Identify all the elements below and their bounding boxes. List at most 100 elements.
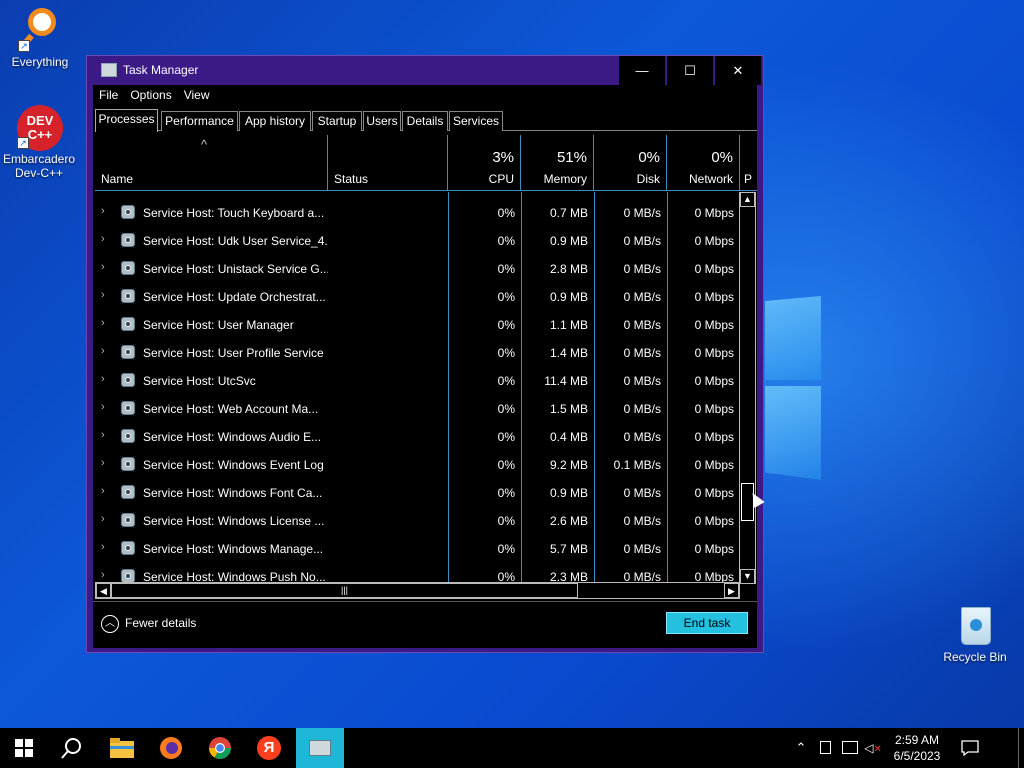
table-row[interactable]: › Service Host: Windows Font Ca... 0% 0.9 M…: [95, 478, 740, 506]
task-manager-icon: [309, 740, 331, 756]
desktop-icon-everything[interactable]: ↗ Everything: [0, 8, 80, 69]
table-row[interactable]: › Service Host: Touch Keyboard a... 0% 0.7 …: [95, 198, 740, 226]
taskbar-yandex[interactable]: Я: [245, 728, 293, 768]
desktop-icon-recycle-bin[interactable]: Recycle Bin: [935, 603, 1015, 664]
expand-chevron-icon[interactable]: ›: [101, 233, 105, 245]
process-memory: 0.7 MB: [549, 206, 588, 220]
taskbar-file-explorer[interactable]: [98, 728, 146, 768]
taskbar-firefox[interactable]: [147, 728, 195, 768]
table-row[interactable]: › Service Host: Udk User Service_4... 0% 0.…: [95, 226, 740, 254]
file-explorer-icon: [110, 738, 134, 758]
table-row[interactable]: › Service Host: Update Orchestrat... 0% 0.9…: [95, 282, 740, 310]
taskbar-chrome[interactable]: [196, 728, 244, 768]
process-cpu: 0%: [497, 402, 515, 416]
minimize-button[interactable]: —: [619, 56, 665, 85]
tray-input-icon[interactable]: [815, 728, 835, 768]
tab-performance[interactable]: Performance: [161, 111, 238, 131]
menu-options[interactable]: Options: [124, 85, 177, 102]
clock[interactable]: 2:59 AM 6/5/2023: [884, 732, 950, 764]
expand-chevron-icon[interactable]: ›: [101, 457, 105, 469]
process-list: › Service Host: Touch Keyboard a... 0% 0.7 …: [95, 192, 740, 583]
tab-app-history[interactable]: App history: [239, 111, 311, 131]
table-row[interactable]: › Service Host: User Manager 0% 1.1 MB 0 MB/…: [95, 310, 740, 338]
table-row[interactable]: › Service Host: Windows License ... 0% 2.6 …: [95, 506, 740, 534]
start-button[interactable]: [0, 728, 48, 768]
column-disk[interactable]: 0% Disk: [594, 135, 667, 191]
process-cpu: 0%: [497, 262, 515, 276]
minimize-icon: —: [635, 63, 649, 78]
desktop-icon-label: Everything: [11, 55, 69, 69]
menu-view[interactable]: View: [178, 85, 216, 102]
expand-chevron-icon[interactable]: ›: [101, 541, 105, 553]
service-host-icon: [121, 457, 135, 471]
maximize-button[interactable]: ☐: [667, 56, 713, 85]
table-row[interactable]: › Service Host: Windows Push No... 0% 2.3 M…: [95, 562, 740, 583]
desktop-icon-devcpp[interactable]: DEV C++ ↗ Embarcadero Dev-C++: [0, 105, 78, 180]
service-host-icon: [121, 513, 135, 527]
table-row[interactable]: › Service Host: UtcSvc 0% 11.4 MB 0 MB/s 0 Mb…: [95, 366, 740, 394]
horizontal-scrollbar[interactable]: ◀ ||| ▶: [95, 582, 740, 599]
table-row[interactable]: › Service Host: Web Account Ma... 0% 1.5 MB…: [95, 394, 740, 422]
title-bar[interactable]: Task Manager — ☐ ✕: [87, 56, 763, 85]
menu-file[interactable]: File: [93, 85, 124, 102]
process-memory: 2.8 MB: [549, 262, 588, 276]
process-name: Service Host: Update Orchestrat...: [143, 290, 326, 304]
column-status-label: Status: [334, 172, 369, 186]
column-power[interactable]: P: [740, 135, 757, 191]
expand-chevron-icon[interactable]: ›: [101, 429, 105, 441]
tab-users[interactable]: Users: [363, 111, 401, 131]
table-row[interactable]: › Service Host: Windows Audio E... 0% 0.4 M…: [95, 422, 740, 450]
column-status[interactable]: Status: [328, 135, 448, 191]
column-name[interactable]: ^ Name: [95, 135, 328, 191]
column-cpu[interactable]: 3% CPU: [448, 135, 521, 191]
expand-chevron-icon[interactable]: ›: [101, 345, 105, 357]
expand-chevron-icon[interactable]: ›: [101, 569, 105, 581]
close-button[interactable]: ✕: [715, 56, 761, 85]
process-network: 0 Mbps: [694, 430, 734, 444]
expand-chevron-icon[interactable]: ›: [101, 289, 105, 301]
process-network: 0 Mbps: [694, 542, 734, 556]
table-row[interactable]: › Service Host: User Profile Service 0% 1.4…: [95, 338, 740, 366]
scroll-down-icon[interactable]: ▼: [740, 569, 755, 584]
horizontal-scroll-thumb[interactable]: |||: [111, 583, 578, 598]
expand-chevron-icon[interactable]: ›: [101, 401, 105, 413]
menu-bar: File Options View: [93, 85, 757, 107]
show-hidden-icons-button[interactable]: ⌃: [790, 728, 812, 768]
vertical-scrollbar[interactable]: ▲ ▼: [739, 192, 756, 584]
expand-chevron-icon[interactable]: ›: [101, 205, 105, 217]
scroll-right-icon[interactable]: ▶: [724, 583, 739, 598]
column-network[interactable]: 0% Network: [667, 135, 740, 191]
tray-volume-muted-icon[interactable]: ◁✕: [862, 728, 884, 768]
search-button[interactable]: [48, 728, 96, 768]
scroll-up-icon[interactable]: ▲: [740, 192, 755, 207]
taskbar-task-manager[interactable]: [296, 728, 344, 768]
process-disk: 0 MB/s: [623, 290, 661, 304]
table-row[interactable]: › Service Host: Windows Event Log 0% 9.2 MB…: [95, 450, 740, 478]
fewer-details-button[interactable]: ︿ Fewer details: [101, 615, 196, 633]
scroll-left-icon[interactable]: ◀: [96, 583, 111, 598]
expand-chevron-icon[interactable]: ›: [101, 317, 105, 329]
action-center-button[interactable]: [955, 728, 985, 768]
process-name: Service Host: Udk User Service_4...: [143, 234, 328, 248]
expand-chevron-icon[interactable]: ›: [101, 373, 105, 385]
show-desktop-button[interactable]: [1018, 728, 1024, 768]
tray-network-icon[interactable]: [838, 728, 862, 768]
tab-processes[interactable]: Processes: [95, 109, 158, 132]
tab-details[interactable]: Details: [402, 111, 448, 131]
table-row[interactable]: › Service Host: Windows Manage... 0% 5.7 MB…: [95, 534, 740, 562]
tab-services[interactable]: Services: [449, 111, 503, 131]
expand-chevron-icon[interactable]: ›: [101, 513, 105, 525]
end-task-button[interactable]: End task: [666, 612, 748, 634]
process-network: 0 Mbps: [694, 514, 734, 528]
process-disk: 0 MB/s: [623, 430, 661, 444]
expand-chevron-icon[interactable]: ›: [101, 261, 105, 273]
memory-total: 51%: [556, 149, 587, 166]
expand-chevron-icon[interactable]: ›: [101, 485, 105, 497]
tab-startup[interactable]: Startup: [312, 111, 362, 131]
task-manager-icon: [101, 63, 117, 77]
table-row[interactable]: › Service Host: Unistack Service G... 0% 2.…: [95, 254, 740, 282]
process-disk: 0 MB/s: [623, 542, 661, 556]
process-disk: 0 MB/s: [623, 514, 661, 528]
process-memory: 0.9 MB: [549, 486, 588, 500]
column-memory[interactable]: 51% Memory: [521, 135, 594, 191]
